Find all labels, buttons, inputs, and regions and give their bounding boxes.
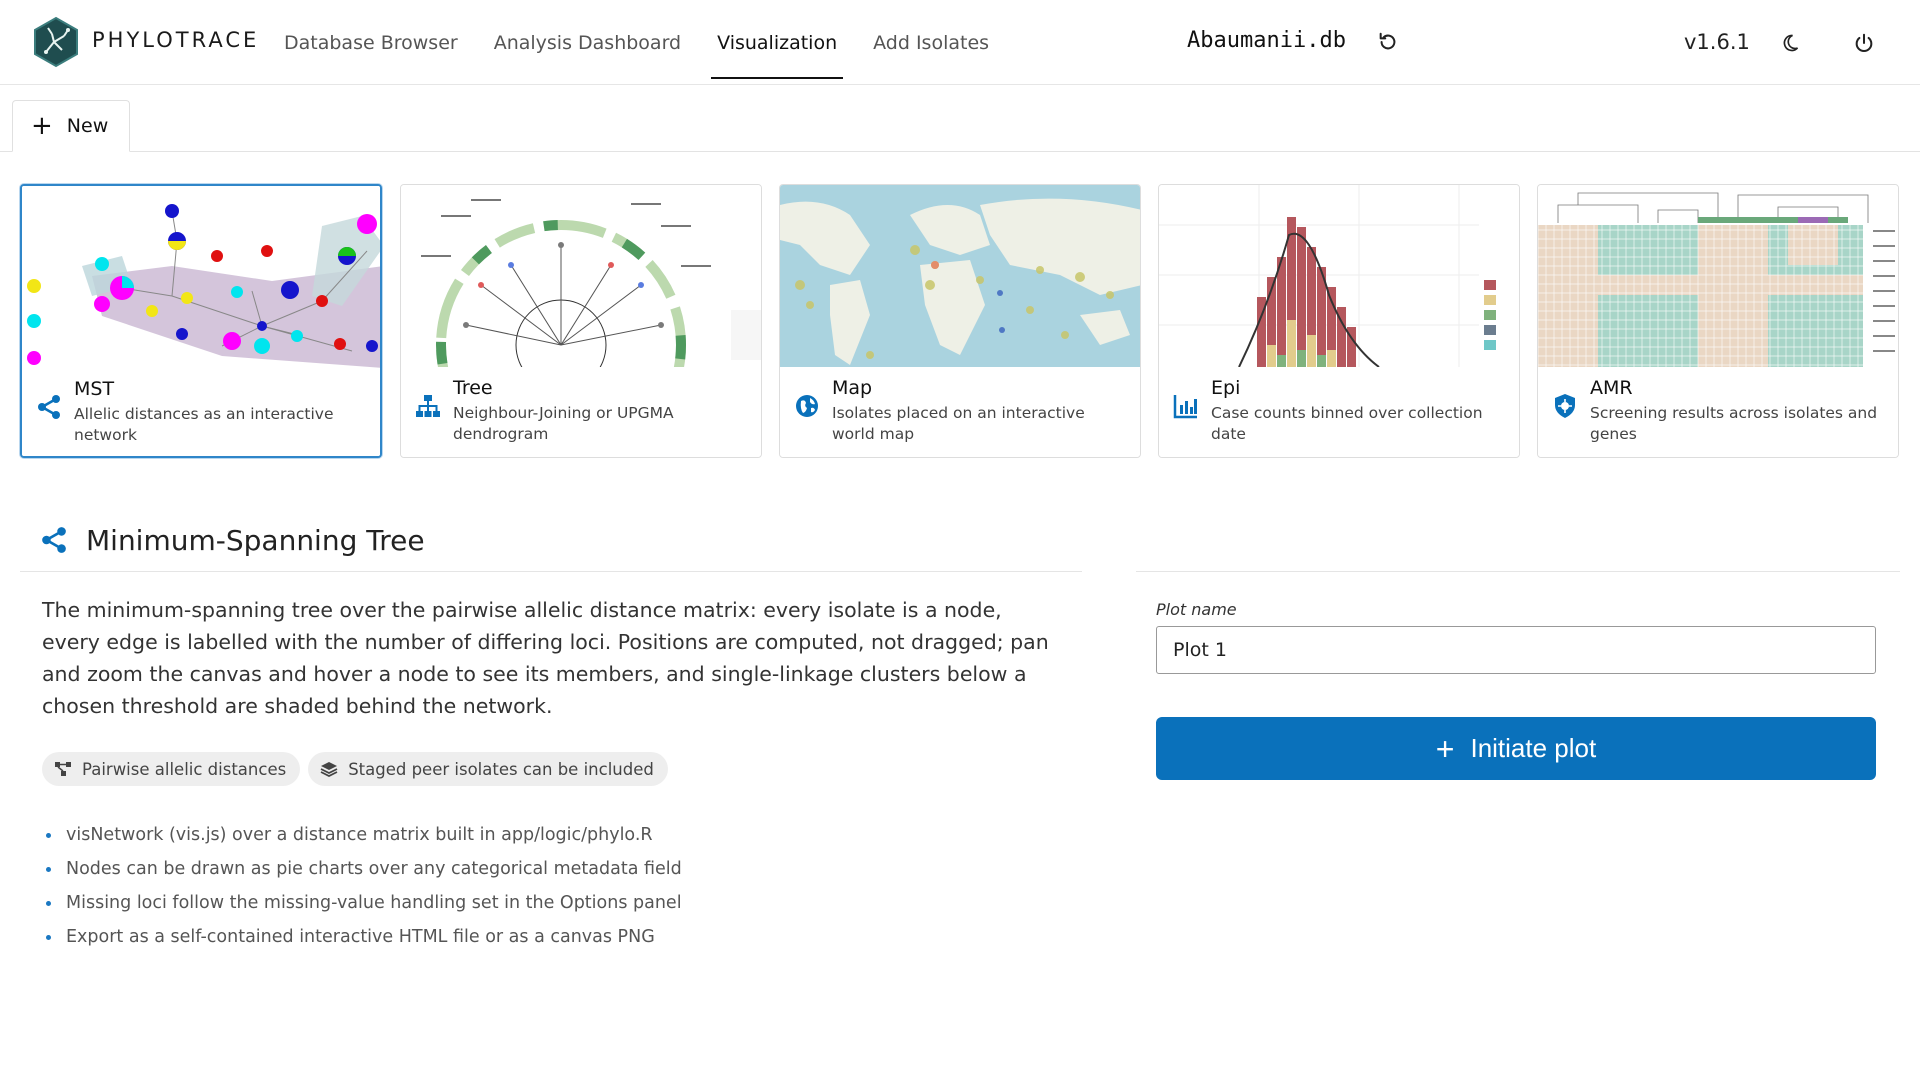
chip-label: Pairwise allelic distances bbox=[82, 759, 287, 779]
card-description: Screening results across isolates and ge… bbox=[1590, 404, 1878, 443]
brand-name: PHYLOTRACE bbox=[92, 28, 260, 52]
power-icon[interactable] bbox=[1846, 25, 1882, 61]
card-title: MST bbox=[74, 378, 115, 400]
tree-preview-image bbox=[401, 185, 761, 367]
plot-card-map[interactable]: Map Isolates placed on an interactive wo… bbox=[779, 184, 1141, 458]
shield-virus-icon bbox=[1552, 393, 1578, 419]
plot-card-tree[interactable]: Tree Neighbour-Joining or UPGMA dendrogr… bbox=[400, 184, 762, 458]
plot-card-mst[interactable]: MST Allelic distances as an interactive … bbox=[20, 184, 382, 458]
plot-card-epi[interactable]: Epi Case counts binned over collection d… bbox=[1158, 184, 1520, 458]
amr-preview-image bbox=[1538, 185, 1898, 367]
bar-chart-icon bbox=[1173, 393, 1199, 419]
nav-analysis-dashboard[interactable]: Analysis Dashboard bbox=[488, 0, 687, 85]
map-preview-image bbox=[780, 185, 1140, 367]
section-title: Minimum-Spanning Tree bbox=[86, 523, 425, 557]
divider bbox=[1136, 571, 1900, 572]
initiate-plot-label: Initiate plot bbox=[1470, 733, 1597, 763]
epi-preview-image bbox=[1159, 185, 1519, 367]
card-title: Epi bbox=[1211, 377, 1241, 399]
plot-name-label: Plot name bbox=[1156, 600, 1237, 619]
share-nodes-icon bbox=[42, 527, 66, 553]
nav-database-browser[interactable]: Database Browser bbox=[278, 0, 464, 85]
mst-preview-image bbox=[22, 186, 380, 368]
new-plot-tab[interactable]: + New bbox=[12, 100, 130, 152]
card-title: Map bbox=[832, 377, 873, 399]
database-name: Abaumanii.db bbox=[1187, 28, 1346, 53]
app-logo-icon bbox=[32, 16, 80, 68]
card-title: Tree bbox=[453, 377, 493, 399]
section-header: Minimum-Spanning Tree bbox=[40, 518, 425, 562]
initiate-plot-button[interactable]: + Initiate plot bbox=[1156, 717, 1876, 780]
refresh-icon[interactable] bbox=[1370, 24, 1406, 60]
plot-description: The minimum-spanning tree over the pairw… bbox=[42, 598, 1049, 718]
card-description: Allelic distances as an interactive netw… bbox=[74, 405, 334, 444]
top-bar: PHYLOTRACE Database Browser Analysis Das… bbox=[0, 0, 1920, 85]
new-tab-label: New bbox=[66, 115, 109, 137]
card-description: Neighbour-Joining or UPGMA dendrogram bbox=[453, 404, 674, 443]
chip-pairwise-distances: Pairwise allelic distances bbox=[42, 752, 301, 786]
card-description: Isolates placed on an interactive world … bbox=[832, 404, 1085, 443]
plot-tab-bar: + New bbox=[0, 100, 1920, 152]
plus-icon: + bbox=[1435, 730, 1455, 767]
sitemap-icon bbox=[415, 393, 441, 419]
card-description: Case counts binned over collection date bbox=[1211, 404, 1483, 443]
globe-icon bbox=[794, 393, 820, 419]
diagram-icon bbox=[55, 762, 71, 776]
list-item: visNetwork (vis.js) over a distance matr… bbox=[44, 818, 682, 852]
plus-icon: + bbox=[31, 111, 53, 141]
feature-list: visNetwork (vis.js) over a distance matr… bbox=[44, 818, 682, 954]
layers-icon bbox=[320, 762, 338, 777]
moon-icon[interactable] bbox=[1772, 25, 1808, 61]
version-label: v1.6.1 bbox=[1684, 30, 1750, 54]
nav-add-isolates[interactable]: Add Isolates bbox=[867, 0, 995, 85]
main-nav: Database Browser Analysis Dashboard Visu… bbox=[278, 0, 1019, 85]
plot-card-amr[interactable]: AMR Screening results across isolates an… bbox=[1537, 184, 1899, 458]
divider bbox=[20, 571, 1082, 572]
chip-label: Staged peer isolates can be included bbox=[348, 759, 654, 779]
feature-chips: Pairwise allelic distances Staged peer i… bbox=[42, 752, 676, 786]
chip-staged-peers: Staged peer isolates can be included bbox=[308, 752, 668, 786]
list-item: Nodes can be drawn as pie charts over an… bbox=[44, 852, 682, 886]
list-item: Missing loci follow the missing-value ha… bbox=[44, 886, 682, 920]
share-nodes-icon bbox=[36, 394, 62, 420]
list-item: Export as a self-contained interactive H… bbox=[44, 920, 682, 954]
plot-type-cards: MST Allelic distances as an interactive … bbox=[20, 184, 1900, 458]
card-title: AMR bbox=[1590, 377, 1633, 399]
nav-visualization[interactable]: Visualization bbox=[711, 0, 844, 85]
plot-name-input[interactable] bbox=[1156, 626, 1876, 674]
